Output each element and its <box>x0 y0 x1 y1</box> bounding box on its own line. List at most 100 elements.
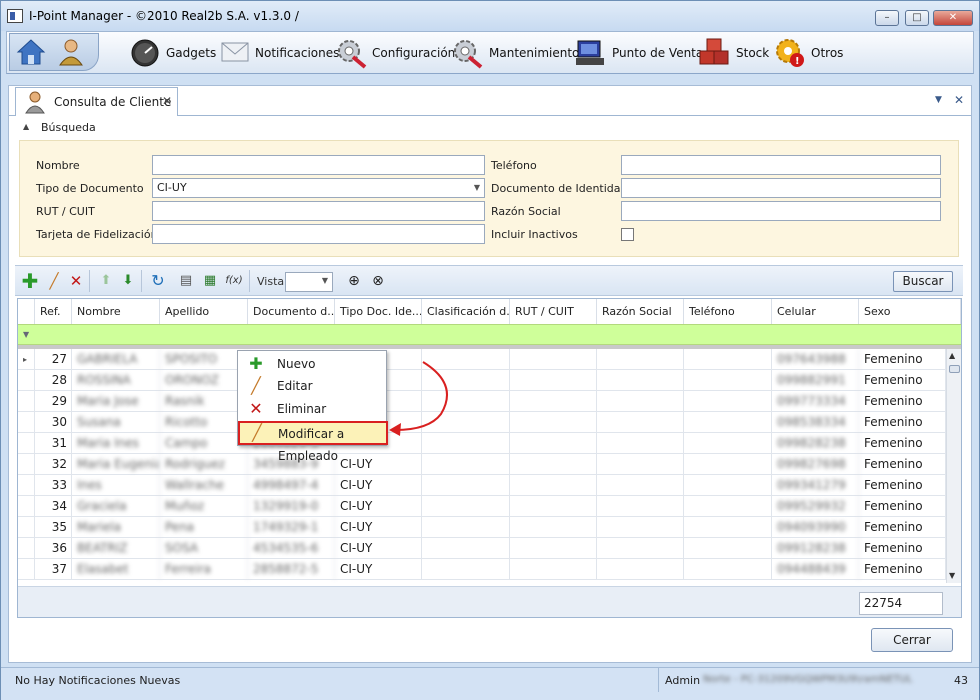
gear-wrench-icon[interactable] <box>451 37 483 69</box>
cell-razon <box>597 391 684 412</box>
user-icon[interactable] <box>56 37 86 67</box>
move-down-icon[interactable]: ⬇ <box>119 272 137 290</box>
menu-item-editar[interactable]: ╱ Editar <box>239 375 386 397</box>
incluir-inactivos-checkbox[interactable] <box>621 228 634 241</box>
scroll-down-icon[interactable]: ▼ <box>949 571 955 580</box>
table-row[interactable]: 30 Susana Ricotto 098538334 Femenino <box>18 412 946 433</box>
column-header[interactable]: Ref. <box>35 299 72 324</box>
ribbon-stock[interactable]: Stock <box>736 46 769 60</box>
formula-icon[interactable]: f(x) <box>225 272 243 290</box>
filter-icon[interactable]: ▼ <box>23 330 29 339</box>
ribbon-punto-de-venta[interactable]: Punto de Venta <box>612 46 703 60</box>
cell-sexo: Femenino <box>859 412 946 433</box>
maximize-button[interactable]: □ <box>905 10 929 26</box>
table-row[interactable]: ▸ 27 GABRIELA SPOSITO 097643988 Femenino <box>18 349 946 370</box>
column-header[interactable]: Celular <box>772 299 859 324</box>
refresh-icon[interactable]: ↻ <box>149 272 167 290</box>
tab-consulta-de-cliente[interactable]: Consulta de Cliente ✕ <box>15 87 178 116</box>
count-status: 43 <box>954 674 968 687</box>
cell-sexo: Femenino <box>859 475 946 496</box>
ribbon-mantenimiento[interactable]: Mantenimiento <box>489 46 579 60</box>
user-status: Admin <box>665 674 701 687</box>
menu-item-eliminar[interactable]: ✕ Eliminar <box>239 398 386 420</box>
mail-icon[interactable] <box>221 41 249 63</box>
pencil-icon: ╱ <box>251 376 261 395</box>
table-row[interactable]: 37 Elasabet Ferreira 2858872-5 CI-UY 09448843… <box>18 559 946 580</box>
cell-sexo: Femenino <box>859 349 946 370</box>
scroll-up-icon[interactable]: ▲ <box>949 351 955 360</box>
scroll-thumb[interactable] <box>949 365 960 373</box>
ribbon-otros[interactable]: Otros <box>811 46 843 60</box>
cell-tipo: CI-UY <box>335 538 422 559</box>
add-icon[interactable]: ✚ <box>21 271 39 291</box>
cell-celular: 097643988 <box>772 349 859 370</box>
table-row[interactable]: 28 ROSSINA ORONOZ 099882991 Femenino <box>18 370 946 391</box>
doc-identidad-input[interactable] <box>621 178 941 198</box>
column-header[interactable]: RUT / CUIT <box>510 299 597 324</box>
collapse-icon[interactable]: ▲ <box>23 122 29 131</box>
edit-icon[interactable]: ╱ <box>45 272 63 290</box>
gear-wrench-icon[interactable] <box>335 37 367 69</box>
ribbon-notificaciones[interactable]: Notificaciones <box>255 46 339 60</box>
tarjeta-input[interactable] <box>152 224 485 244</box>
column-header[interactable]: Nombre <box>72 299 160 324</box>
search-section-header[interactable]: ▲ Búsqueda <box>15 118 963 138</box>
cell-nombre: Susana <box>72 412 160 433</box>
boxes-icon[interactable] <box>698 37 730 67</box>
tab-close-icon[interactable]: ✕ <box>162 94 172 108</box>
home-icon[interactable] <box>16 38 46 66</box>
pos-terminal-icon[interactable] <box>574 39 606 67</box>
close-window-button[interactable]: ✕ <box>933 10 973 26</box>
gear-alert-icon[interactable]: ! <box>774 37 806 69</box>
telefono-input[interactable] <box>621 155 941 175</box>
minimize-button[interactable]: – <box>875 10 899 26</box>
preview-icon[interactable]: ▤ <box>177 272 195 290</box>
filter-row[interactable]: ▼ <box>18 324 961 345</box>
vista-label: Vista <box>257 275 285 288</box>
window-title: I-Point Manager - ©2010 Real2b S.A. v1.3… <box>29 9 299 23</box>
chevron-down-icon[interactable]: ▼ <box>322 276 328 285</box>
column-header[interactable]: Sexo <box>859 299 961 324</box>
column-header[interactable]: Apellido <box>160 299 248 324</box>
delete-icon[interactable]: ✕ <box>67 272 85 290</box>
ribbon-gadgets[interactable]: Gadgets <box>166 46 216 60</box>
cell-ref: 35 <box>35 517 72 538</box>
table-row[interactable]: 32Maria EugeniaRodriguez3459883-9CI-UY09… <box>18 454 946 475</box>
column-header[interactable]: Razón Social <box>597 299 684 324</box>
razon-social-input[interactable] <box>621 201 941 221</box>
table-row[interactable]: 36 BEATRIZ SOSA 4534535-6 CI-UY 099128238 Feme… <box>18 538 946 559</box>
tipo-documento-select[interactable]: CI-UY ▼ <box>152 178 485 198</box>
column-header[interactable]: Tipo Doc. Ide... <box>335 299 422 324</box>
nombre-input[interactable] <box>152 155 485 175</box>
table-row[interactable]: 29 Maria Jose Rasnik 099773334 Femenino <box>18 391 946 412</box>
buscar-button[interactable]: Buscar <box>893 271 953 292</box>
table-row[interactable]: 35 Mariela Pena 1749329-1 CI-UY 094093990 Feme… <box>18 517 946 538</box>
ribbon-configuracion[interactable]: Configuración <box>372 46 455 60</box>
table-row[interactable]: 31Maria InesCampo2009829-3099828238Femen… <box>18 433 946 454</box>
column-header[interactable]: Clasificación d... <box>422 299 510 324</box>
cell-razon <box>597 517 684 538</box>
cerrar-button[interactable]: Cerrar <box>871 628 953 652</box>
vertical-scrollbar[interactable]: ▲ ▼ <box>946 349 961 583</box>
app-icon <box>7 9 23 23</box>
cell-sexo: Femenino <box>859 496 946 517</box>
table-row[interactable]: 34 Graciela Muñoz 1329919-0 CI-UY 099529932 Fe… <box>18 496 946 517</box>
cell-tel <box>684 559 772 580</box>
excel-export-icon[interactable]: ▦ <box>201 272 219 290</box>
menu-item-modificar-a-empleado[interactable]: ╱ Modificar a Empleado <box>238 421 388 463</box>
zoom-reset-icon[interactable]: ⊗ <box>369 272 387 290</box>
move-up-icon[interactable]: ⬆ <box>97 272 115 290</box>
table-row[interactable]: 33 Ines Wallrache 4998497-4 CI-UY 099341279 Fe… <box>18 475 946 496</box>
notifications-status[interactable]: No Hay Notificaciones Nuevas <box>15 674 180 687</box>
menu-item-nuevo[interactable]: ✚ Nuevo <box>239 353 386 375</box>
panel-menu-icon[interactable]: ▼ <box>935 95 942 105</box>
panel-close-icon[interactable]: ✕ <box>954 93 964 107</box>
rut-input[interactable] <box>152 201 485 221</box>
vista-select[interactable]: ▼ <box>285 272 333 292</box>
column-header[interactable]: Documento d... <box>248 299 335 324</box>
column-header[interactable]: Teléfono <box>684 299 772 324</box>
chevron-down-icon[interactable]: ▼ <box>474 179 480 197</box>
zoom-in-icon[interactable]: ⊕ <box>345 272 363 290</box>
gauge-icon[interactable] <box>130 38 160 68</box>
title-bar[interactable]: I-Point Manager - ©2010 Real2b S.A. v1.3… <box>1 1 979 31</box>
